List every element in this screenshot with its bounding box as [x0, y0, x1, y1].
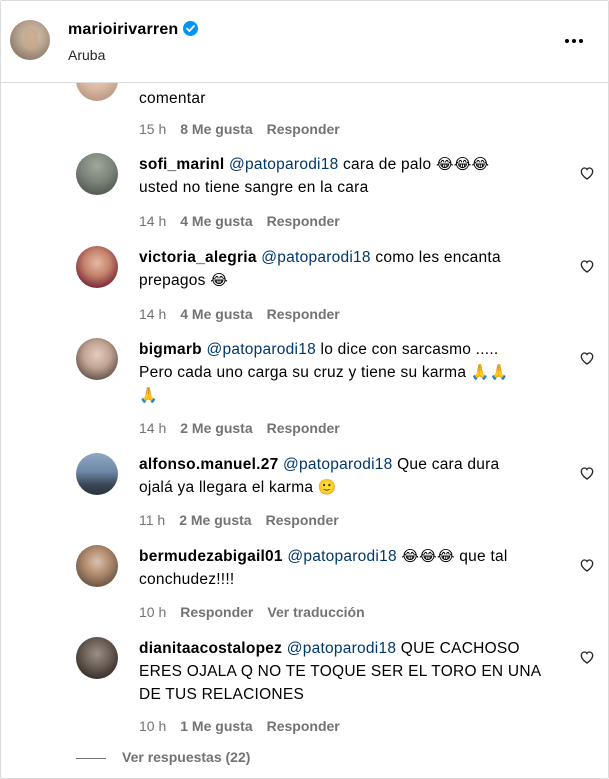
reply-button[interactable]: Responder: [180, 604, 253, 620]
praying-hands-emoji-icon: 🙏🙏: [470, 363, 509, 381]
author-avatar[interactable]: [10, 20, 50, 60]
comment-body: DE TUS RELACIONES: [139, 686, 305, 703]
comment-likes[interactable]: 4 Me gusta: [180, 306, 252, 322]
comment-body: lo dice con sarcasmo .....: [315, 341, 499, 358]
comments-list[interactable]: comentar 15 h 8 Me gusta Responder sofi_ma…: [1, 83, 608, 778]
author-username[interactable]: marioirivarren: [68, 21, 199, 39]
view-replies-button[interactable]: Ver respuestas (22): [76, 749, 250, 765]
comment-body: QUE CACHOSO: [396, 640, 520, 657]
replies-divider: [76, 757, 106, 759]
commenter-avatar[interactable]: [76, 545, 118, 587]
like-heart-icon[interactable]: [579, 465, 595, 481]
commenter-username[interactable]: victoria_alegria: [139, 249, 257, 266]
comment-likes[interactable]: 4 Me gusta: [180, 213, 252, 229]
commenter-avatar[interactable]: [76, 637, 118, 679]
commenter-avatar[interactable]: [76, 338, 118, 380]
comment-body: como les encanta: [370, 249, 501, 266]
comment-body: conchudez!!!!: [139, 571, 235, 588]
praying-hands-emoji-icon: 🙏: [139, 386, 158, 404]
view-replies-label[interactable]: Ver respuestas (22): [122, 749, 250, 765]
commenter-avatar[interactable]: [76, 246, 118, 288]
like-heart-icon[interactable]: [579, 258, 595, 274]
comment-time[interactable]: 10 h: [139, 604, 166, 620]
laughing-emoji-icon: 😂😂😂: [435, 155, 490, 173]
reply-button[interactable]: Responder: [267, 121, 340, 137]
comment-text: alfonso.manuel.27 @patoparodi18 Que cara…: [139, 453, 557, 499]
comment-body: que tal: [454, 548, 508, 565]
post-header: marioirivarren Aruba: [1, 1, 608, 83]
comment-likes[interactable]: 2 Me gusta: [179, 512, 251, 528]
reply-button[interactable]: Responder: [267, 306, 340, 322]
comment-body: Que cara dura: [392, 456, 500, 473]
comment-meta: 10 h 1 Me gusta Responder: [139, 718, 354, 734]
comment-text: bermudezabigail01 @patoparodi18 😂😂😂 que …: [139, 545, 557, 591]
comment-likes[interactable]: 1 Me gusta: [180, 718, 252, 734]
reply-button[interactable]: Responder: [266, 512, 339, 528]
comment-text: dianitaacostalopez @patoparodi18 QUE CAC…: [139, 637, 557, 706]
commenter-avatar[interactable]: [76, 83, 118, 101]
mention-link[interactable]: @patoparodi18: [287, 640, 396, 657]
reply-button[interactable]: Responder: [267, 213, 340, 229]
comment-body: comentar: [139, 90, 206, 107]
comment-time[interactable]: 14 h: [139, 213, 166, 229]
commenter-username[interactable]: dianitaacostalopez: [139, 640, 282, 657]
comment-time[interactable]: 10 h: [139, 718, 166, 734]
comment-text: bigmarb @patoparodi18 lo dice con sarcas…: [139, 338, 557, 407]
post-comments-panel: marioirivarren Aruba comentar 15 h 8 Me g…: [0, 0, 609, 779]
laughing-emoji-icon: 😂😂😂: [401, 547, 455, 565]
comment-body: ERES OJALA Q NO TE TOQUE SER EL TORO EN …: [139, 663, 542, 680]
post-location[interactable]: Aruba: [68, 47, 105, 63]
verified-badge-icon: [183, 21, 199, 36]
comment-text: sofi_marinl @patoparodi18 cara de palo 😂…: [139, 153, 557, 199]
comment-time[interactable]: 11 h: [139, 512, 165, 528]
commenter-username[interactable]: alfonso.manuel.27: [139, 456, 278, 473]
comment-body: cara de palo: [338, 156, 436, 173]
comment-body: Pero cada uno carga su cruz y tiene su k…: [139, 364, 471, 381]
comment-text: victoria_alegria @patoparodi18 como les …: [139, 246, 557, 292]
like-heart-icon[interactable]: [579, 350, 595, 366]
reply-button[interactable]: Responder: [267, 718, 340, 734]
like-heart-icon[interactable]: [579, 649, 595, 665]
commenter-avatar[interactable]: [76, 153, 118, 195]
laughing-emoji-icon: 😂: [210, 271, 228, 289]
comment-body: usted no tiene sangre en la cara: [139, 179, 369, 196]
commenter-avatar[interactable]: [76, 453, 118, 495]
reply-button[interactable]: Responder: [267, 420, 340, 436]
smiling-emoji-icon: 🙂: [317, 478, 337, 496]
comment-body: prepagos: [139, 272, 211, 289]
comment-meta: 14 h 4 Me gusta Responder: [139, 213, 354, 229]
author-username-text[interactable]: marioirivarren: [68, 21, 178, 38]
mention-link[interactable]: @patoparodi18: [206, 341, 315, 358]
mention-link[interactable]: @patoparodi18: [287, 548, 396, 565]
comment-meta: 11 h 2 Me gusta Responder: [139, 512, 353, 528]
commenter-username[interactable]: bigmarb: [139, 341, 202, 358]
comment-time[interactable]: 15 h: [139, 121, 166, 137]
comment-likes[interactable]: 8 Me gusta: [180, 121, 252, 137]
comment-likes[interactable]: 2 Me gusta: [180, 420, 252, 436]
comment-time[interactable]: 14 h: [139, 306, 166, 322]
comment-text: comentar: [139, 87, 557, 110]
mention-link[interactable]: @patoparodi18: [283, 456, 392, 473]
like-heart-icon[interactable]: [579, 557, 595, 573]
like-heart-icon[interactable]: [579, 165, 595, 181]
comment-meta: 10 h Responder Ver traducción: [139, 604, 379, 620]
more-options-icon[interactable]: [562, 29, 586, 53]
comment-time[interactable]: 14 h: [139, 420, 166, 436]
commenter-username[interactable]: bermudezabigail01: [139, 548, 283, 565]
comment-body: ojalá ya llegara el karma: [139, 479, 318, 496]
mention-link[interactable]: @patoparodi18: [229, 156, 338, 173]
comment-meta: 14 h 4 Me gusta Responder: [139, 306, 354, 322]
comment-meta: 15 h 8 Me gusta Responder: [139, 121, 354, 137]
translate-button[interactable]: Ver traducción: [267, 604, 364, 620]
comment-meta: 14 h 2 Me gusta Responder: [139, 420, 354, 436]
mention-link[interactable]: @patoparodi18: [261, 249, 370, 266]
commenter-username[interactable]: sofi_marinl: [139, 156, 224, 173]
